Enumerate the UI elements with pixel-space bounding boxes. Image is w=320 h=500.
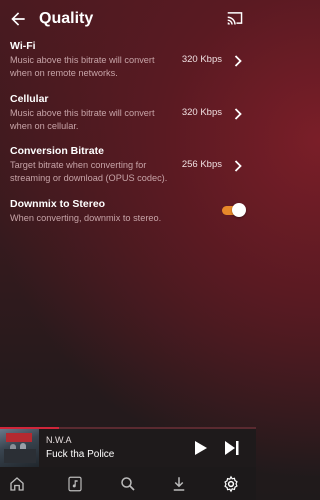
arrow-back-icon[interactable]	[8, 9, 28, 29]
play-icon[interactable]	[194, 440, 208, 456]
search-icon[interactable]	[119, 475, 137, 493]
toggle-knob	[232, 203, 246, 217]
setting-value: 320 Kbps	[181, 107, 222, 118]
setting-description: Music above this bitrate will convert wh…	[10, 108, 155, 131]
setting-conversion-bitrate[interactable]: Conversion Bitrate Target bitrate when c…	[0, 145, 256, 197]
chevron-right-icon	[234, 160, 242, 172]
download-icon[interactable]	[170, 475, 188, 493]
downmix-toggle[interactable]	[222, 203, 246, 217]
top-app-bar: Quality	[0, 0, 256, 38]
mini-player[interactable]: N.W.A Fuck tha Police	[0, 427, 256, 467]
setting-value: 320 Kbps	[181, 54, 222, 65]
music-note-icon[interactable]	[66, 475, 84, 493]
setting-description: When converting, downmix to stereo.	[10, 213, 162, 223]
bottom-navigation	[0, 467, 256, 500]
now-playing-title: Fuck tha Police	[46, 449, 115, 460]
skip-next-icon[interactable]	[224, 440, 240, 456]
now-playing-artist: N.W.A	[46, 435, 72, 445]
settings-icon[interactable]	[222, 475, 240, 493]
setting-wifi[interactable]: Wi-Fi Music above this bitrate will conv…	[0, 40, 256, 92]
setting-value: 256 Kbps	[181, 159, 222, 170]
setting-title: Downmix to Stereo	[10, 198, 106, 210]
setting-title: Conversion Bitrate	[10, 145, 104, 157]
setting-description: Music above this bitrate will convert wh…	[10, 55, 155, 78]
home-icon[interactable]	[8, 475, 26, 493]
setting-title: Wi-Fi	[10, 40, 36, 52]
chevron-right-icon	[234, 108, 242, 120]
setting-cellular[interactable]: Cellular Music above this bitrate will c…	[0, 93, 256, 145]
setting-title: Cellular	[10, 93, 49, 105]
page-title: Quality	[39, 10, 94, 27]
album-art[interactable]	[0, 429, 39, 467]
setting-description: Target bitrate when converting for strea…	[10, 160, 168, 183]
chevron-right-icon	[234, 55, 242, 67]
cast-icon[interactable]	[226, 10, 244, 26]
setting-downmix-stereo[interactable]: Downmix to Stereo When converting, downm…	[0, 198, 256, 250]
